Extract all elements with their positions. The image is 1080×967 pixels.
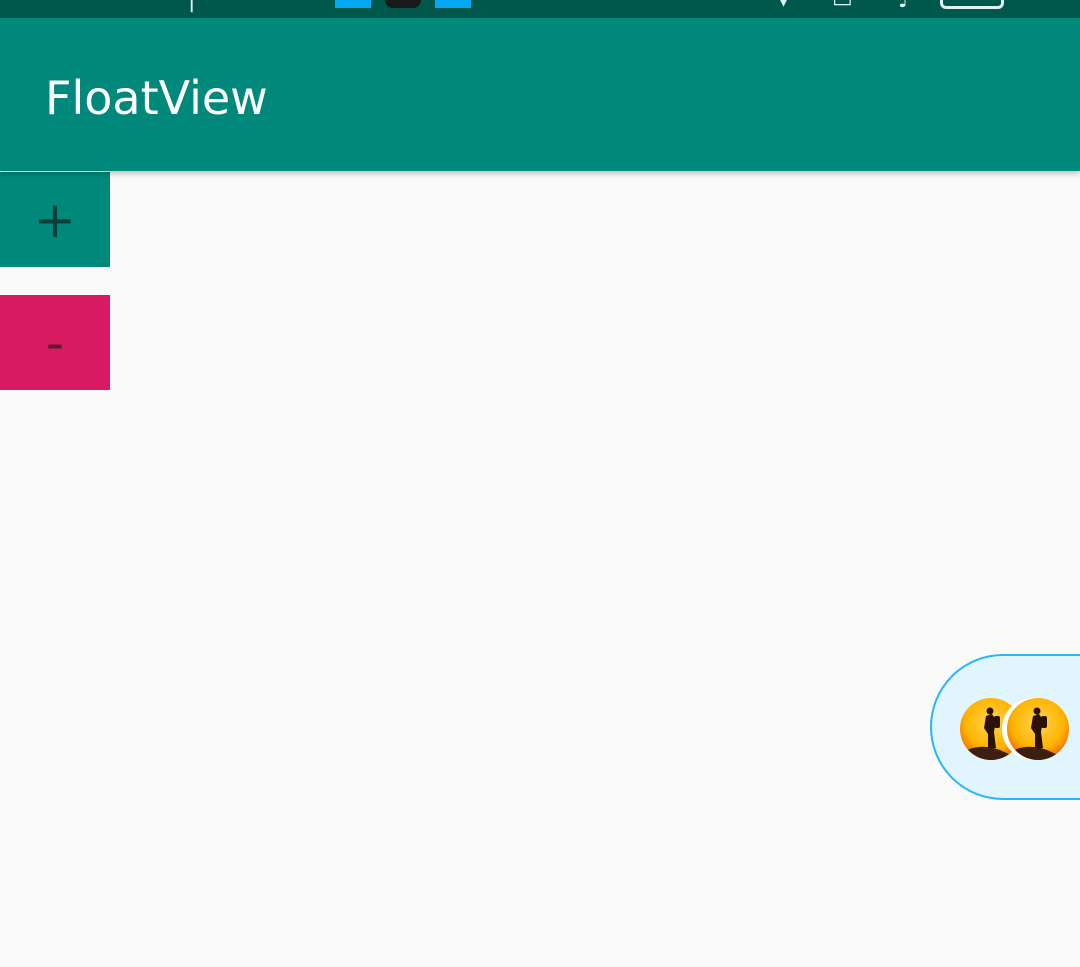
add-label: +: [34, 190, 76, 249]
float-view[interactable]: [930, 654, 1080, 800]
battery-icon: [940, 0, 1004, 9]
app-bar: FloatView: [0, 18, 1080, 171]
status-time-fragment: |: [188, 0, 196, 13]
signal-icon: ♩: [898, 0, 909, 13]
page-title: FloatView: [45, 71, 268, 125]
notification-app-icon: [385, 0, 421, 8]
alarm-icon: ▾: [778, 0, 790, 13]
screen-icon: ▭: [832, 0, 853, 13]
remove-float-button[interactable]: -: [0, 295, 110, 390]
notification-icon: [335, 0, 371, 8]
avatar: [1007, 698, 1069, 760]
remove-label: -: [45, 313, 65, 372]
notification-icon: [435, 0, 471, 8]
add-float-button[interactable]: +: [0, 172, 110, 267]
hiker-sunset-icon: [1007, 698, 1069, 760]
status-bar: | ▾ ▭ ♩: [0, 0, 1080, 18]
